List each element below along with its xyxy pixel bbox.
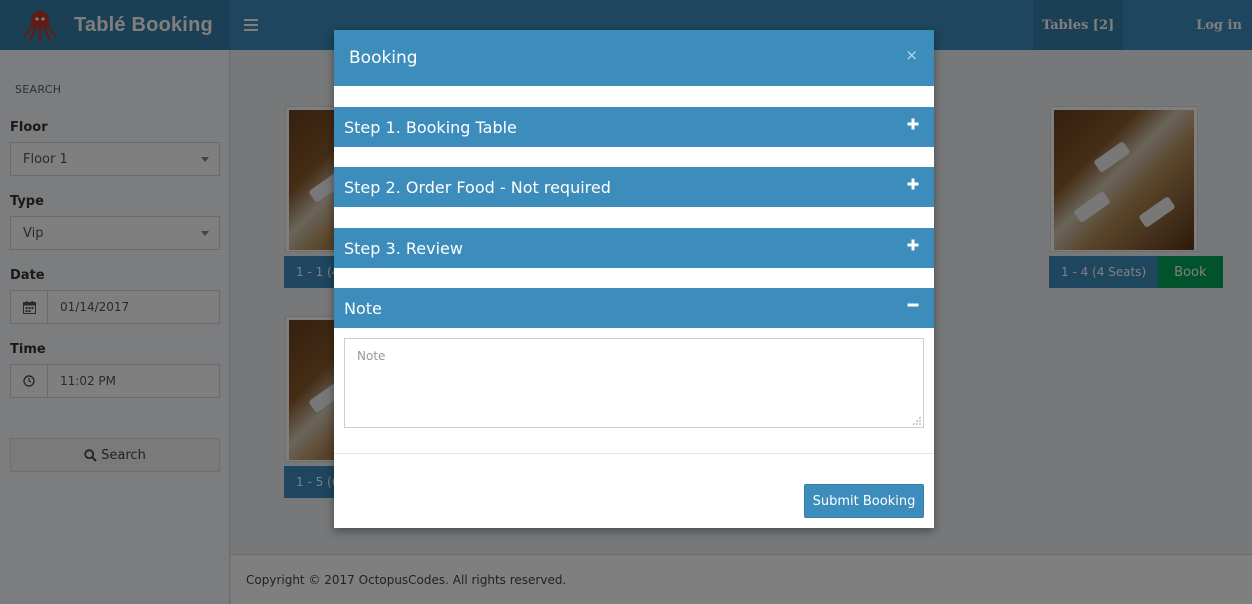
plus-icon[interactable]	[906, 177, 920, 191]
panel-step-3-review[interactable]: Step 3. Review	[334, 228, 934, 268]
panel-title: Step 1. Booking Table	[344, 117, 517, 137]
modal-footer-divider	[334, 453, 934, 454]
panel-step-1-booking-table[interactable]: Step 1. Booking Table	[334, 107, 934, 147]
modal-title: Booking	[349, 48, 418, 68]
submit-booking-button[interactable]: Submit Booking	[804, 484, 924, 518]
panel-title: Step 3. Review	[344, 238, 463, 258]
booking-modal: Booking × Step 1. Booking Table Step 2. …	[334, 30, 934, 528]
plus-icon[interactable]	[906, 117, 920, 131]
panel-title: Step 2. Order Food - Not required	[344, 177, 611, 197]
note-placeholder: Note	[357, 349, 386, 363]
plus-icon[interactable]	[906, 238, 920, 252]
resize-handle-icon[interactable]	[913, 417, 921, 425]
minus-icon[interactable]	[906, 298, 920, 312]
modal-header: Booking ×	[334, 30, 934, 86]
note-textarea[interactable]: Note	[344, 338, 924, 428]
panel-step-2-order-food[interactable]: Step 2. Order Food - Not required	[334, 167, 934, 207]
panel-title: Note	[344, 298, 382, 318]
panel-note[interactable]: Note	[334, 288, 934, 328]
close-icon[interactable]: ×	[905, 46, 918, 64]
